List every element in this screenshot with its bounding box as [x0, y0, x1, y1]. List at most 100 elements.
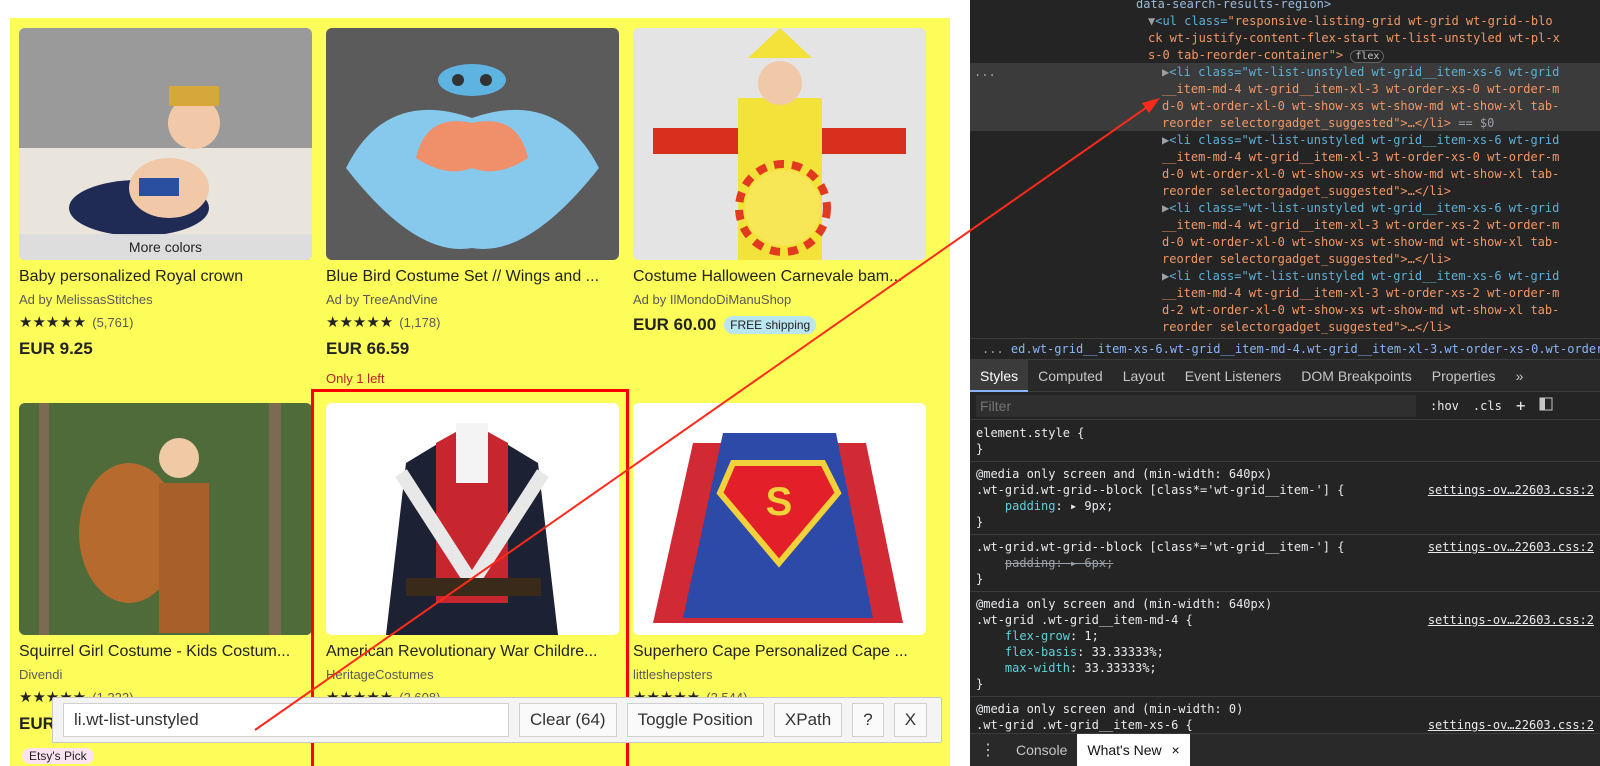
dom-attr-value: __item-md-4 wt-grid__item-xl-3 wt-order-…: [1162, 218, 1560, 232]
listing-image[interactable]: [326, 28, 619, 260]
dom-tag[interactable]: <ul class=: [1155, 14, 1227, 28]
rule-selector: .wt-grid .wt-grid__item-xs-6 {: [976, 718, 1193, 732]
more-icon[interactable]: ...: [974, 64, 996, 81]
listing-card[interactable]: Blue Bird Costume Set // Wings and ... A…: [326, 28, 619, 386]
listing-title[interactable]: Blue Bird Costume Set // Wings and ...: [326, 268, 619, 286]
tab-layout[interactable]: Layout: [1113, 360, 1175, 392]
dom-attr-value: d-0 wt-order-xl-0 wt-show-xs wt-show-md …: [1162, 235, 1560, 249]
low-stock-label: Only 1 left: [326, 371, 385, 386]
listing-seller: Ad by MelissasStitches: [19, 292, 153, 307]
source-link[interactable]: settings-ov…22603.css:2: [1428, 717, 1594, 733]
tab-computed[interactable]: Computed: [1028, 360, 1113, 392]
tab-event-listeners[interactable]: Event Listeners: [1175, 360, 1292, 392]
breadcrumb[interactable]: ... ed.wt-grid__item-xs-6.wt-grid__item-…: [970, 338, 1600, 360]
close-icon[interactable]: ×: [1172, 742, 1180, 758]
listing-price: EUR 60.00: [633, 315, 717, 334]
listing-seller: Ad by TreeAndVine: [326, 292, 438, 307]
css-property[interactable]: flex-grow: [1005, 629, 1070, 643]
dollar-zero-label: == $0: [1450, 116, 1495, 130]
help-button[interactable]: ?: [852, 703, 884, 737]
screen: More colors Baby personalized Royal crow…: [0, 0, 1600, 766]
dom-attr-value: d-0 wt-order-xl-0 wt-show-xs wt-show-md …: [1162, 167, 1560, 181]
listing-rating: ★★★★★ (5,761): [19, 313, 312, 331]
drawer-tab-whats-new[interactable]: What's New ×: [1077, 733, 1190, 766]
rule-selector: .wt-grid .wt-grid__item-md-4 {: [976, 613, 1193, 627]
listing-card[interactable]: More colors Baby personalized Royal crow…: [19, 28, 312, 359]
css-value[interactable]: 9px;: [1084, 499, 1113, 513]
breadcrumb-more[interactable]: ...: [982, 342, 1004, 356]
dom-attr-value: reorder selectorgadget_suggested">…</li>: [1162, 320, 1451, 334]
css-property[interactable]: max-width: [1005, 661, 1070, 675]
style-rule[interactable]: @media only screen and (min-width: 640px…: [970, 592, 1600, 697]
devtools-panel: data-search-results-region> ▼<ul class="…: [970, 0, 1600, 766]
filter-input[interactable]: [976, 394, 1416, 417]
css-value-overridden[interactable]: 6px;: [1084, 556, 1113, 570]
media-query: @media only screen and (min-width: 640px…: [976, 597, 1273, 611]
xpath-button[interactable]: XPath: [773, 703, 843, 737]
drawer-tab-label: What's New: [1087, 741, 1162, 758]
rating-count: (5,761): [92, 314, 134, 330]
more-tabs-icon[interactable]: »: [1506, 360, 1534, 392]
flex-badge[interactable]: flex: [1350, 50, 1385, 63]
clear-button[interactable]: Clear (64): [519, 703, 617, 737]
dom-li[interactable]: <li class="wt-list-unstyled wt-grid__ite…: [1169, 133, 1559, 147]
rule-selector: .wt-grid.wt-grid--block [class*='wt-grid…: [976, 483, 1345, 497]
hov-toggle[interactable]: :hov: [1430, 399, 1459, 413]
style-rule[interactable]: .wt-grid.wt-grid--block [class*='wt-grid…: [970, 535, 1600, 592]
listing-price: EUR 9.25: [19, 339, 93, 358]
listing-image[interactable]: More colors: [19, 28, 312, 260]
style-rule[interactable]: element.style { }: [970, 421, 1600, 462]
listing-card[interactable]: S Superhero Cape Personalized Cape ... l…: [633, 403, 926, 706]
media-query: @media only screen and (min-width: 0): [976, 702, 1244, 716]
close-button[interactable]: X: [893, 703, 928, 737]
listing-image[interactable]: [633, 28, 926, 260]
source-link[interactable]: settings-ov…22603.css:2: [1428, 612, 1594, 628]
css-value[interactable]: 1;: [1084, 629, 1098, 643]
dom-attr-value: __item-md-4 wt-grid__item-xl-3 wt-order-…: [1162, 286, 1560, 300]
source-link[interactable]: settings-ov…22603.css:2: [1428, 482, 1594, 498]
listing-rating: ★★★★★ (1,178): [326, 313, 619, 331]
cls-toggle[interactable]: .cls: [1473, 399, 1502, 413]
css-value[interactable]: 33.33333%;: [1092, 645, 1164, 659]
tab-properties[interactable]: Properties: [1422, 360, 1506, 392]
tab-dom-breakpoints[interactable]: DOM Breakpoints: [1291, 360, 1421, 392]
css-property[interactable]: flex-basis: [1005, 645, 1077, 659]
toggle-sidebar-icon[interactable]: [1539, 397, 1553, 414]
dom-attr-value: __item-md-4 wt-grid__item-xl-3 wt-order-…: [1162, 150, 1560, 164]
rule-close: }: [976, 442, 984, 456]
dom-li[interactable]: <li class="wt-list-unstyled wt-grid__ite…: [1169, 65, 1559, 79]
dom-li[interactable]: <li class="wt-list-unstyled wt-grid__ite…: [1169, 269, 1559, 283]
listing-image[interactable]: [19, 403, 312, 635]
drawer-menu-icon[interactable]: ⋮: [970, 734, 1006, 766]
rating-count: (1,178): [399, 314, 441, 330]
style-rule[interactable]: @media only screen and (min-width: 0) .w…: [970, 697, 1600, 733]
listing-title[interactable]: Superhero Cape Personalized Cape ...: [633, 643, 926, 661]
rule-close: }: [976, 572, 984, 586]
etsys-pick-badge: Etsy's Pick: [22, 748, 94, 764]
drawer-tab-console[interactable]: Console: [1006, 734, 1077, 766]
css-value[interactable]: 33.33333%;: [1084, 661, 1156, 675]
css-property[interactable]: padding: [1005, 499, 1056, 513]
dom-attr-value: ck wt-justify-content-flex-start wt-list…: [1148, 31, 1560, 45]
listing-price: EUR: [19, 714, 55, 733]
selector-input[interactable]: [63, 703, 509, 737]
listing-title[interactable]: Squirrel Girl Costume - Kids Costum...: [19, 643, 312, 661]
elements-tree: data-search-results-region> ▼<ul class="…: [970, 0, 1600, 338]
listing-image[interactable]: S: [633, 403, 926, 635]
new-rule-icon[interactable]: +: [1516, 396, 1526, 415]
style-rule[interactable]: @media only screen and (min-width: 640px…: [970, 462, 1600, 535]
css-property-overridden[interactable]: padding: [1005, 556, 1056, 570]
dom-li[interactable]: <li class="wt-list-unstyled wt-grid__ite…: [1169, 201, 1559, 215]
listing-title[interactable]: Costume Halloween Carnevale bam...: [633, 268, 926, 286]
listing-card[interactable]: Squirrel Girl Costume - Kids Costum... D…: [19, 403, 312, 734]
selector-gadget-bar: Clear (64) Toggle Position XPath ? X: [52, 697, 942, 743]
rule-close: }: [976, 515, 984, 529]
listing-card[interactable]: Costume Halloween Carnevale bam... Ad by…: [633, 28, 926, 335]
dom-attr-value: d-0 wt-order-xl-0 wt-show-xs wt-show-md …: [1162, 99, 1560, 113]
dom-attr-value: reorder selectorgadget_suggested">…</li>: [1162, 252, 1451, 266]
toggle-position-button[interactable]: Toggle Position: [626, 703, 764, 737]
tab-styles[interactable]: Styles: [970, 359, 1029, 392]
source-link[interactable]: settings-ov…22603.css:2: [1428, 539, 1594, 555]
breadcrumb-current[interactable]: ed.wt-grid__item-xs-6.wt-grid__item-md-4…: [1011, 342, 1600, 356]
listing-title[interactable]: Baby personalized Royal crown: [19, 268, 312, 286]
